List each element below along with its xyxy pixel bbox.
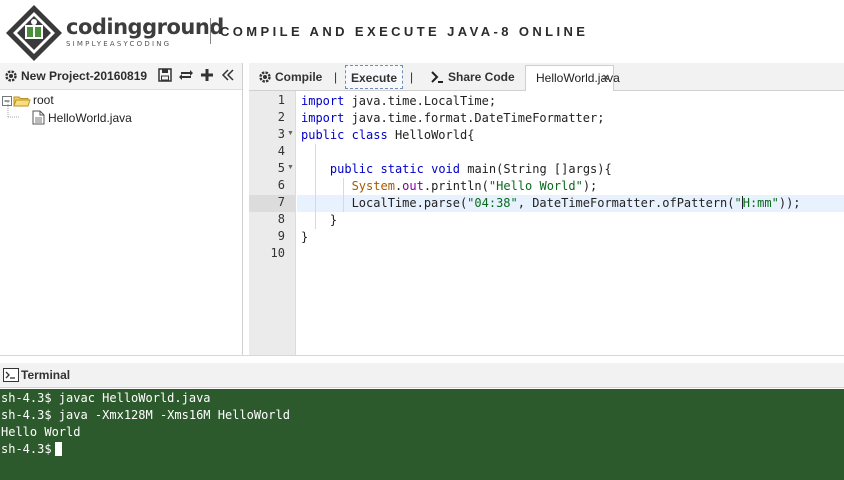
code-token: H:mm" bbox=[742, 196, 779, 210]
code-token: main(String []args){ bbox=[460, 162, 612, 176]
code-token: class bbox=[351, 128, 388, 142]
line-number: 1 bbox=[277, 93, 285, 107]
site-header: codingground SIMPLYEASYCODING COMPILE AN… bbox=[0, 0, 844, 63]
editor-toolbar: Compile | Execute | Share Code HelloWorl… bbox=[249, 63, 844, 92]
add-icon[interactable] bbox=[200, 68, 214, 82]
code-token: out bbox=[402, 179, 424, 193]
line-number: 6 bbox=[277, 178, 285, 192]
code-line[interactable]: import java.time.format.DateTimeFormatte… bbox=[301, 110, 604, 127]
terminal-line-text: Hello World bbox=[1, 425, 81, 439]
line-number: 7 bbox=[277, 195, 285, 209]
terminal-line-text: sh-4.3$ java -Xmx128M -Xms16M HelloWorld bbox=[1, 408, 290, 422]
code-token: , DateTimeFormatter.ofPattern( bbox=[517, 196, 735, 210]
code-token: java.time.LocalTime; bbox=[344, 94, 497, 108]
share-code-label: Share Code bbox=[448, 70, 515, 84]
code-token: System bbox=[351, 179, 395, 193]
compile-button[interactable]: Compile bbox=[253, 65, 322, 89]
code-token: public bbox=[329, 162, 374, 176]
close-icon[interactable]: × bbox=[603, 66, 609, 91]
project-name[interactable]: New Project-20160819 bbox=[21, 69, 147, 83]
fold-arrow-icon[interactable]: ▼ bbox=[287, 164, 294, 171]
code-area[interactable]: import java.time.LocalTime; import java.t… bbox=[297, 91, 844, 355]
code-token: public bbox=[301, 128, 345, 142]
terminal-title: Terminal bbox=[21, 368, 71, 382]
code-line[interactable]: public static void main(String []args){ bbox=[301, 161, 612, 178]
code-token: java.time.format.DateTimeFormatter; bbox=[344, 111, 605, 125]
page-title: COMPILE AND EXECUTE JAVA-8 ONLINE bbox=[220, 24, 589, 39]
terminal-line-text: sh-4.3$ bbox=[1, 442, 52, 456]
brand-tagline: SIMPLYEASYCODING bbox=[66, 40, 172, 48]
line-number: 10 bbox=[270, 246, 285, 260]
code-line[interactable]: } bbox=[301, 229, 308, 246]
terminal-line-text: sh-4.3$ javac HelloWorld.java bbox=[1, 391, 211, 405]
code-line[interactable]: } bbox=[301, 212, 337, 229]
execute-button[interactable]: Execute bbox=[345, 65, 403, 89]
line-number: 4 bbox=[277, 144, 285, 158]
code-token: " bbox=[734, 196, 742, 210]
code-editor[interactable]: 1 2 3 ▼ 4 5 ▼ 6 7 8 9 10 import java.time.LocalTime… bbox=[249, 91, 844, 355]
code-line[interactable]: import java.time.LocalTime; bbox=[301, 93, 496, 110]
code-token: import bbox=[301, 111, 345, 125]
gear-icon[interactable] bbox=[4, 69, 18, 83]
terminal-line: sh-4.3$ bbox=[1, 441, 62, 458]
save-icon[interactable] bbox=[158, 68, 172, 82]
terminal-icon bbox=[3, 368, 19, 382]
collapse-panel-icon[interactable] bbox=[221, 68, 235, 82]
code-token: )); bbox=[778, 196, 801, 210]
terminal-cursor bbox=[54, 442, 62, 456]
brand[interactable]: codingground SIMPLYEASYCODING bbox=[66, 15, 224, 49]
code-token: "Hello World" bbox=[488, 179, 583, 193]
compile-label: Compile bbox=[275, 70, 323, 84]
share-icon bbox=[431, 71, 443, 83]
toolbar-separator: | bbox=[410, 70, 414, 84]
refresh-icon[interactable] bbox=[178, 68, 194, 82]
code-token: ); bbox=[582, 179, 598, 193]
compile-gear-icon bbox=[259, 71, 271, 83]
execute-label: Execute bbox=[350, 71, 398, 85]
line-number: 2 bbox=[277, 110, 285, 124]
code-line[interactable]: System.out.println("Hello World"); bbox=[301, 178, 598, 195]
project-toolbar: New Project-20160819 bbox=[0, 63, 242, 90]
brand-name: codingground bbox=[66, 15, 224, 39]
code-token: import bbox=[301, 94, 345, 108]
code-token: void bbox=[431, 162, 460, 176]
tab-helloworld-java[interactable]: HelloWorld.java × bbox=[525, 65, 620, 92]
line-number: 8 bbox=[277, 212, 285, 226]
code-token: LocalTime.parse( bbox=[301, 196, 468, 210]
tree-file-label: HelloWorld.java bbox=[48, 111, 132, 125]
code-line[interactable]: public class HelloWorld{ bbox=[301, 127, 474, 144]
code-line[interactable]: LocalTime.parse("04:38", DateTimeFormatt… bbox=[301, 195, 801, 212]
share-code-button[interactable]: Share Code bbox=[427, 65, 515, 89]
header-divider bbox=[210, 18, 211, 44]
terminal-line: sh-4.3$ javac HelloWorld.java bbox=[1, 390, 211, 407]
codingground-logo-icon[interactable] bbox=[4, 3, 64, 63]
panel-splitter[interactable] bbox=[0, 355, 844, 363]
toolbar-separator: | bbox=[334, 70, 338, 84]
terminal-line: Hello World bbox=[1, 424, 80, 441]
terminal-header: Terminal bbox=[0, 363, 844, 388]
code-token: "04:38" bbox=[467, 196, 518, 210]
tree-root-label: root bbox=[33, 93, 54, 107]
fold-arrow-icon[interactable]: ▼ bbox=[287, 130, 294, 137]
code-token: HelloWorld{ bbox=[387, 128, 475, 142]
code-token: .println( bbox=[423, 179, 489, 193]
line-number-gutter: 1 2 3 ▼ 4 5 ▼ 6 7 8 9 10 bbox=[249, 91, 296, 355]
code-token: static bbox=[380, 162, 424, 176]
code-token: } bbox=[301, 213, 338, 227]
line-number: 9 bbox=[277, 229, 285, 243]
line-number: 3 bbox=[277, 127, 285, 141]
code-token: } bbox=[301, 230, 309, 244]
terminal-output[interactable]: sh-4.3$ javac HelloWorld.java sh-4.3$ jav… bbox=[0, 389, 844, 480]
file-icon bbox=[32, 110, 45, 125]
line-number: 5 bbox=[277, 161, 285, 175]
codingground-page: codingground SIMPLYEASYCODING COMPILE AN… bbox=[0, 0, 844, 480]
project-panel: New Project-20160819 root HelloWorld.jav… bbox=[0, 63, 243, 355]
tree-connector bbox=[7, 100, 19, 118]
terminal-line: sh-4.3$ java -Xmx128M -Xms16M HelloWorld bbox=[1, 407, 290, 424]
